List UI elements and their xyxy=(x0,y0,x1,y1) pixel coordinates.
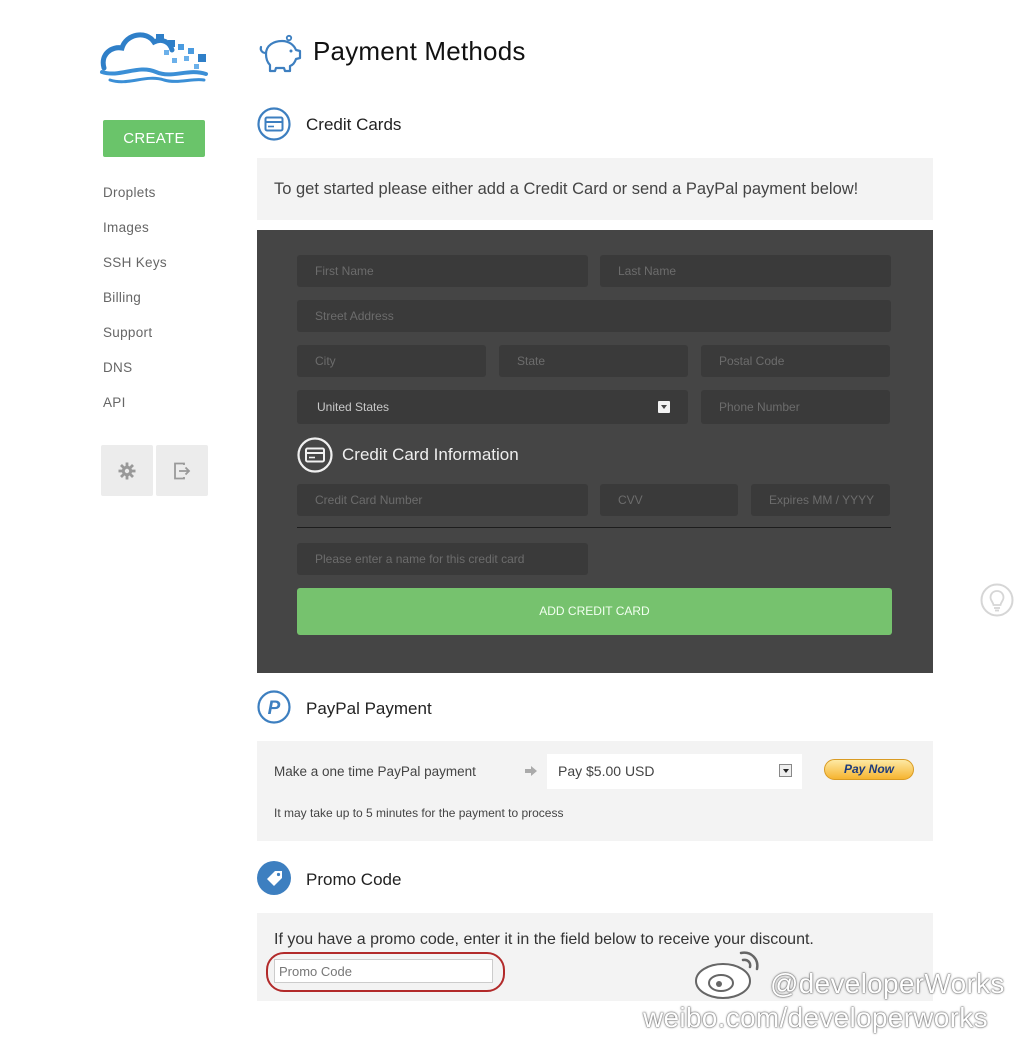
card-name-input[interactable] xyxy=(297,543,588,575)
credit-card-info-icon xyxy=(297,437,333,473)
lightbulb-icon[interactable] xyxy=(980,583,1014,617)
expiry-input[interactable] xyxy=(751,484,890,516)
section-title-paypal: PayPal Payment xyxy=(306,699,432,718)
sidebar-item-support[interactable]: Support xyxy=(103,325,152,340)
country-select-value: United States xyxy=(317,400,390,414)
promo-highlight-annotation xyxy=(266,952,505,992)
credit-card-intro-text: To get started please either add a Credi… xyxy=(274,180,859,198)
chevron-down-icon xyxy=(658,401,670,413)
credit-card-icon xyxy=(257,107,291,141)
chevron-down-icon xyxy=(779,764,792,777)
phone-number-input[interactable] xyxy=(701,390,890,424)
cvv-input[interactable] xyxy=(600,484,738,516)
watermark-handle: @developerWorks xyxy=(770,968,1005,999)
paypal-note: It may take up to 5 minutes for the paym… xyxy=(274,806,564,820)
section-title-promo-code: Promo Code xyxy=(306,870,402,889)
last-name-input[interactable] xyxy=(600,255,891,287)
sidebar-item-ssh-keys[interactable]: SSH Keys xyxy=(103,255,167,270)
sidebar-item-droplets[interactable]: Droplets xyxy=(103,185,156,200)
credit-card-number-input[interactable] xyxy=(297,484,588,516)
sidebar-item-billing[interactable]: Billing xyxy=(103,290,141,305)
pay-now-button[interactable]: Pay Now xyxy=(824,759,914,780)
form-divider xyxy=(297,527,891,528)
section-title-credit-cards: Credit Cards xyxy=(306,115,402,134)
state-input[interactable] xyxy=(499,345,688,377)
sidebar-item-dns[interactable]: DNS xyxy=(103,360,132,375)
settings-button[interactable] xyxy=(101,445,153,496)
postal-code-input[interactable] xyxy=(701,345,890,377)
gear-icon xyxy=(118,462,136,479)
logout-button[interactable] xyxy=(156,445,208,496)
add-credit-card-button[interactable]: ADD CREDIT CARD xyxy=(297,588,892,635)
country-select[interactable]: United States xyxy=(297,390,688,424)
svg-text:P: P xyxy=(268,698,281,719)
paypal-label: Make a one time PayPal payment xyxy=(274,764,476,779)
sidebar-item-api[interactable]: API xyxy=(103,395,126,410)
credit-card-info-title: Credit Card Information xyxy=(342,445,519,464)
create-button[interactable]: CREATE xyxy=(103,120,205,157)
piggy-bank-icon xyxy=(259,34,302,73)
weibo-logo-icon xyxy=(695,951,759,999)
logo[interactable] xyxy=(98,24,210,86)
paypal-icon: P xyxy=(257,690,291,724)
watermark-url: weibo.com/developerworks xyxy=(643,1002,988,1033)
first-name-input[interactable] xyxy=(297,255,588,287)
arrow-right-icon xyxy=(525,766,537,776)
paypal-amount-value: Pay $5.00 USD xyxy=(558,763,655,779)
page-title: Payment Methods xyxy=(313,36,526,66)
logout-icon xyxy=(174,462,191,479)
sidebar-item-images[interactable]: Images xyxy=(103,220,149,235)
city-input[interactable] xyxy=(297,345,486,377)
tag-icon xyxy=(257,861,291,895)
paypal-amount-select[interactable]: Pay $5.00 USD xyxy=(547,754,802,789)
street-address-input[interactable] xyxy=(297,300,891,332)
